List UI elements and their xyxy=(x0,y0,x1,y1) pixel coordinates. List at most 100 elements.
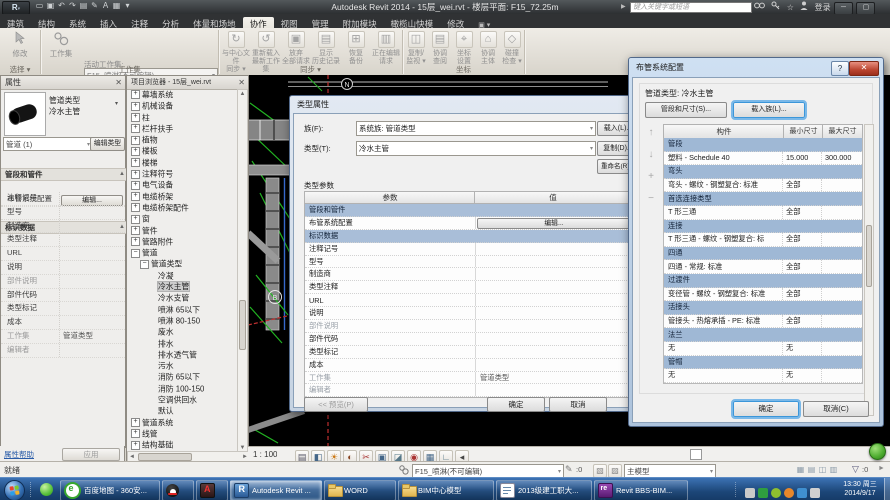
show-desktop-button[interactable] xyxy=(884,478,890,500)
move-row-up-icon[interactable]: ↑ xyxy=(643,126,659,142)
tray-volume-icon[interactable] xyxy=(810,487,820,498)
tray-user-icon[interactable] xyxy=(784,487,794,498)
text-icon[interactable]: A xyxy=(100,0,111,12)
filter-icon[interactable]: ▽ xyxy=(852,464,859,475)
param-row-编辑者[interactable]: 编辑者 xyxy=(305,384,633,398)
expand-icon[interactable]: + xyxy=(131,226,140,235)
edit-type-button[interactable]: 编辑类型 xyxy=(90,137,125,151)
dialog-help-button[interactable]: ? xyxy=(831,61,849,76)
family-dropdown[interactable]: 系统族: 管道类型 ▾ xyxy=(356,121,596,136)
expand-icon[interactable]: + xyxy=(131,135,140,145)
tree-item-电气设备[interactable]: + 电气设备 xyxy=(127,179,237,190)
tray-sync-icon[interactable] xyxy=(797,487,807,498)
panel-label-coordinate[interactable]: 坐标 xyxy=(403,65,524,75)
panel-label-select[interactable]: 选择 ▾ xyxy=(0,65,40,75)
tree-item-管路附件[interactable]: + 管路附件 xyxy=(127,236,237,247)
type-dropdown[interactable]: 冷水主管 ▾ xyxy=(356,141,596,156)
property-row-部件代码[interactable]: 部件代码 xyxy=(1,288,125,303)
component-row-管接头 - 热熔承插 - PE: 标准[interactable]: 管接头 - 热熔承插 - PE: 标准 全部 xyxy=(664,314,862,329)
editable-only-icon[interactable]: ▦ xyxy=(795,464,806,475)
ok-button[interactable]: 确定 xyxy=(731,399,801,419)
expand-icon[interactable]: + xyxy=(131,90,140,100)
param-row-说明[interactable]: 说明 xyxy=(305,307,633,321)
sync-with-central-button[interactable]: ↻ 与中心文件 同步 ▾ xyxy=(222,31,250,74)
editing-requests-button[interactable]: ▥ 正在编辑 请求 xyxy=(372,31,400,66)
tree-item-线管[interactable]: + 线管 xyxy=(127,428,237,439)
tree-item-植物[interactable]: + 植物 xyxy=(127,134,237,145)
pinned-360-icon[interactable] xyxy=(40,483,53,496)
reload-latest-button[interactable]: ↺ 重新载入 最新工作集 xyxy=(252,31,280,74)
type-selector-arrow-icon[interactable]: ▾ xyxy=(115,100,118,107)
expand-icon[interactable]: + xyxy=(131,418,140,428)
scrollbar-thumb[interactable] xyxy=(866,225,872,287)
component-row-塑料 - Schedule 40[interactable]: 塑料 - Schedule 40 15.000 300.000 xyxy=(664,151,862,166)
segments-sizes-button[interactable]: 管段和尺寸(S)... xyxy=(645,102,727,118)
search-icon[interactable] xyxy=(754,1,765,13)
param-row-型号[interactable]: 型号 xyxy=(305,255,633,269)
expand-icon[interactable]: + xyxy=(131,214,140,224)
param-row-类型注释[interactable]: 类型注释 xyxy=(305,281,633,295)
tree-item-排水透气管[interactable]: 排水透气管 xyxy=(127,349,237,360)
select-links-icon[interactable]: ◫ xyxy=(817,464,828,475)
search-expand-arrow-icon[interactable]: ▶ xyxy=(621,3,626,10)
component-row-无[interactable]: 无无 xyxy=(664,369,862,383)
param-row-工作集[interactable]: 工作集 管道类型 xyxy=(305,371,633,385)
save-icon[interactable]: ▣ xyxy=(45,0,56,12)
tree-item-电缆桥架配件[interactable]: + 电缆桥架配件 xyxy=(127,202,237,213)
dialog-close-button[interactable]: ✕ xyxy=(849,61,879,76)
task-bim-folder[interactable]: BIM中心模型 xyxy=(398,480,494,500)
tree-item-喷淋 65以下[interactable]: 喷淋 65以下 xyxy=(127,304,237,315)
coordination-host-button[interactable]: ⌂ 协调 主体 xyxy=(477,31,499,66)
undo-icon[interactable]: ↶ xyxy=(56,0,67,12)
properties-help-link[interactable]: 属性帮助 xyxy=(4,449,34,460)
component-row-T 形三通 - 螺纹 - 钢塑复合: 标[interactable]: T 形三通 - 螺纹 - 钢塑复合: 标全部 xyxy=(664,233,862,247)
param-row-类型标记[interactable]: 类型标记 xyxy=(305,345,633,359)
remove-row-icon[interactable]: − xyxy=(643,192,659,208)
param-row-成本[interactable]: 成本 xyxy=(305,358,633,372)
tree-item-喷淋 80-150[interactable]: 喷淋 80-150 xyxy=(127,315,237,326)
expand-icon[interactable]: + xyxy=(131,113,140,123)
tree-item-楼梯[interactable]: + 楼梯 xyxy=(127,157,237,168)
taskbar-clock[interactable]: 13:30 周三 2014/9/17 xyxy=(838,481,882,498)
element-selector-dropdown[interactable]: 管道 (1) ▾ xyxy=(3,137,93,151)
design-option-dropdown[interactable]: 主模型 ▾ xyxy=(624,464,716,478)
interference-check-button[interactable]: ◇ 碰撞 检查 ▾ xyxy=(501,31,523,66)
property-row-类型注释[interactable]: 类型注释 xyxy=(1,233,125,248)
property-row-URL[interactable]: URL xyxy=(1,247,125,261)
subscription-key-icon[interactable] xyxy=(771,1,780,13)
tree-item-机械设备[interactable]: + 机械设备 xyxy=(127,100,237,111)
select-pinned-icon[interactable]: ▥ xyxy=(828,464,839,475)
panel-label-worksets[interactable]: 工作集 xyxy=(41,65,218,75)
component-row-无[interactable]: 无无 xyxy=(664,341,862,356)
tree-item-管道系统[interactable]: + 管道系统 xyxy=(127,417,237,428)
ok-button[interactable]: 确定 xyxy=(487,397,545,412)
tree-item-排水[interactable]: 排水 xyxy=(127,338,237,349)
expand-icon[interactable]: + xyxy=(131,440,140,450)
tray-360-ball-icon[interactable] xyxy=(771,487,781,498)
section-segments-fittings[interactable]: 管段和管件 ▲ xyxy=(1,168,129,181)
tree-item-注释符号[interactable]: + 注释符号 xyxy=(127,168,237,179)
task-baidu-maps[interactable]: e 百度地图 - 360安... xyxy=(60,480,160,500)
expand-icon[interactable]: + xyxy=(131,180,140,190)
sign-in-label[interactable]: 登录 xyxy=(815,2,831,14)
favorites-star-icon[interactable]: ☆ xyxy=(787,2,794,14)
scrollbar-thumb[interactable] xyxy=(138,453,192,461)
tree-item-冷水主管[interactable]: 冷水主管 xyxy=(127,281,237,293)
restore-backup-button[interactable]: ⊞ 恢复 备份 xyxy=(342,31,370,66)
tray-360-shield-icon[interactable] xyxy=(758,487,768,498)
open-icon[interactable]: ▭ xyxy=(34,0,45,12)
column-value[interactable]: 值 xyxy=(474,191,632,204)
task-autocad[interactable]: A xyxy=(196,480,228,500)
view-scale[interactable]: 1 : 100 xyxy=(253,450,277,459)
tree-item-窗[interactable]: + 窗 xyxy=(127,213,237,224)
redo-icon[interactable]: ↷ xyxy=(67,0,78,12)
copy-monitor-button[interactable]: ◫ 复制/监视 ▾ xyxy=(405,31,427,66)
column-parameter[interactable]: 参数 xyxy=(304,191,476,204)
expand-icon[interactable]: + xyxy=(131,124,140,134)
task-revit-bbs[interactable]: re Revit BBS-BIM... xyxy=(594,480,688,500)
property-row-类型标记[interactable]: 类型标记 xyxy=(1,302,125,317)
task-word-doc[interactable]: 2013级建工职大... xyxy=(496,480,592,500)
component-row-弯头 - 螺纹 - 钢塑复合: 标准[interactable]: 弯头 - 螺纹 - 钢塑复合: 标准 全部 xyxy=(664,178,862,193)
worksets-button[interactable]: 工作集 xyxy=(44,31,78,59)
scrollbar-thumb[interactable] xyxy=(239,300,246,350)
